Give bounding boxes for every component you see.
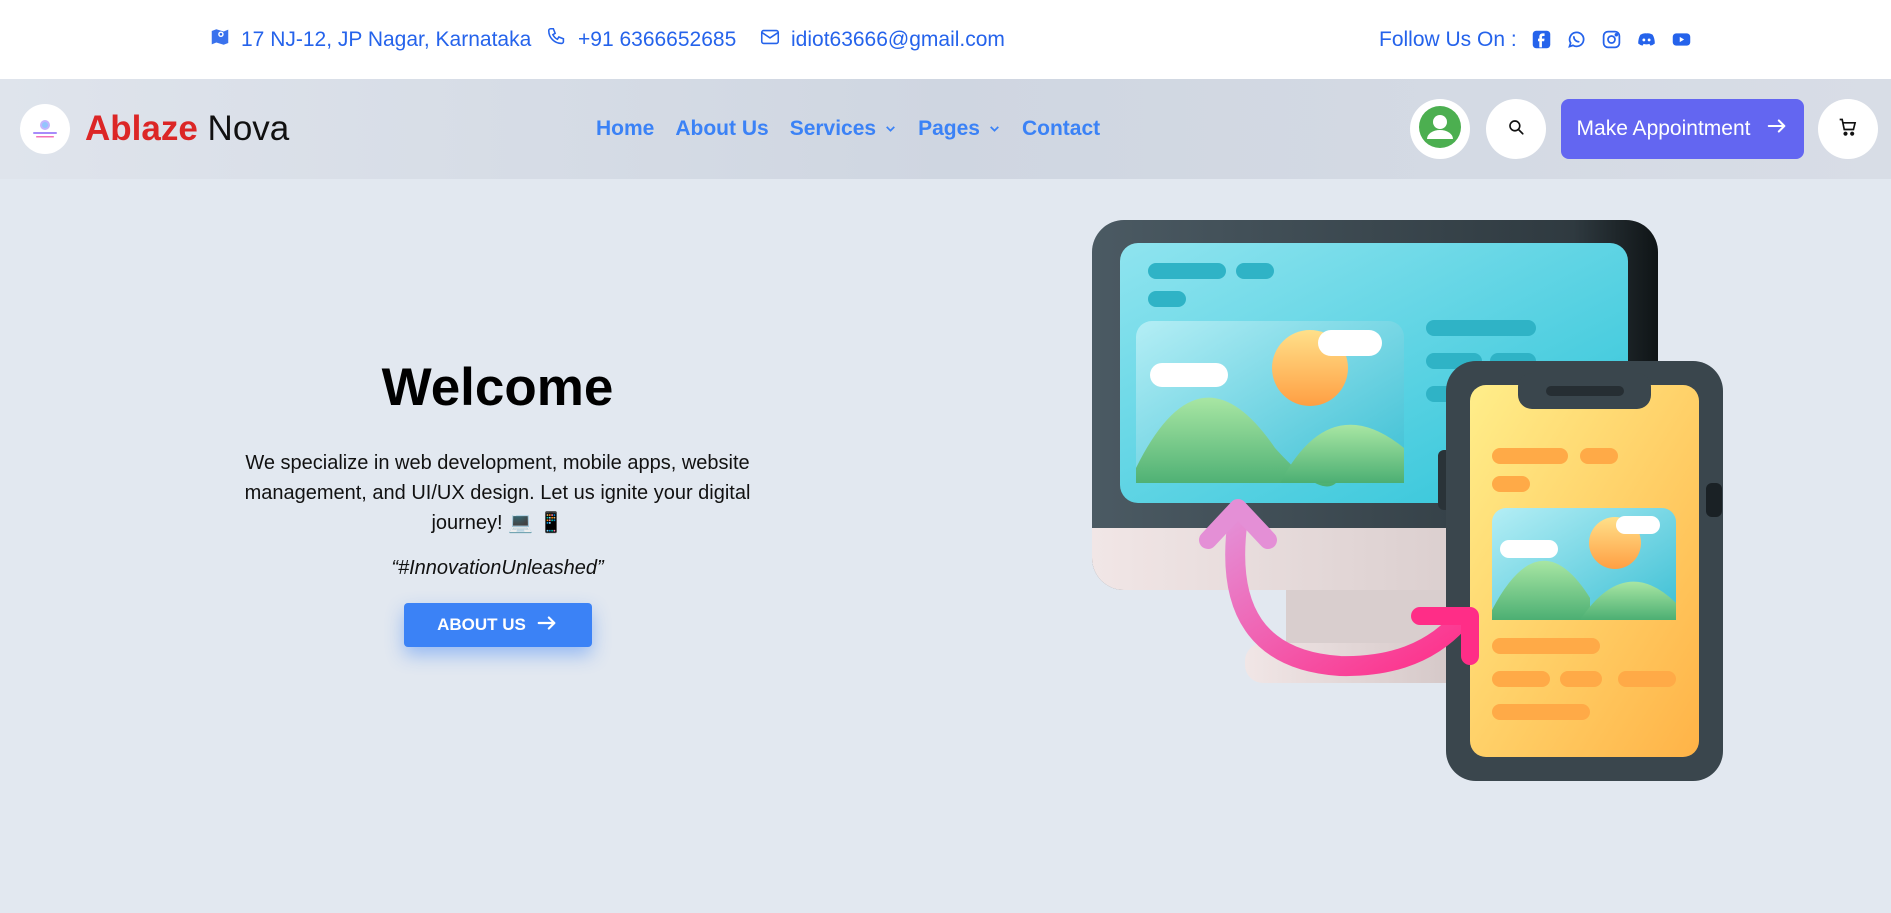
search-icon (1507, 118, 1525, 141)
address-contact: 17 NJ-12, JP Nagar, Karnataka (209, 0, 531, 79)
main-navbar: Ablaze Nova Home About Us Services Pages… (0, 79, 1891, 179)
brand-name[interactable]: Ablaze Nova (85, 106, 289, 152)
phone-contact[interactable]: +91 6366652685 (546, 0, 736, 79)
make-appointment-button[interactable]: Make Appointment (1561, 99, 1804, 159)
hero-tagline: “#InnovationUnleashed” (391, 557, 604, 579)
chevron-down-icon (884, 117, 897, 141)
discord-icon[interactable] (1636, 29, 1657, 50)
nav-home-label: Home (596, 117, 655, 140)
hero-title: Welcome (381, 358, 614, 417)
nav-contact[interactable]: Contact (1022, 117, 1100, 141)
follow-label: Follow Us On : (1379, 27, 1517, 51)
make-appointment-label: Make Appointment (1576, 117, 1751, 140)
nav-about-us[interactable]: About Us (675, 117, 768, 141)
about-us-button-label: ABOUT US (437, 615, 526, 634)
nav-services[interactable]: Services (790, 117, 897, 141)
nav-pages-label: Pages (918, 117, 980, 140)
nav-home[interactable]: Home (596, 117, 654, 141)
about-us-button[interactable]: ABOUT US (403, 603, 592, 647)
phone-text[interactable]: +91 6366652685 (578, 28, 736, 52)
facebook-icon[interactable] (1531, 29, 1552, 50)
address-text: 17 NJ-12, JP Nagar, Karnataka (241, 27, 532, 51)
youtube-icon[interactable] (1671, 29, 1692, 50)
email-text[interactable]: idiot63666@gmail.com (791, 28, 1005, 52)
mail-icon (759, 26, 791, 54)
email-contact[interactable]: idiot63666@gmail.com (759, 0, 1005, 79)
user-avatar-icon (1419, 105, 1461, 153)
devices-illustration (1090, 218, 1735, 783)
primary-nav: Home About Us Services Pages Contact (596, 79, 1100, 179)
brand-logo[interactable] (20, 104, 70, 154)
arrow-right-icon (536, 612, 558, 639)
whatsapp-icon[interactable] (1566, 29, 1587, 50)
hero-section: Welcome We specialize in web development… (200, 350, 795, 647)
nav-services-label: Services (789, 117, 877, 140)
search-button[interactable] (1486, 99, 1546, 159)
social-follow: Follow Us On : (1379, 0, 1692, 79)
cart-button[interactable] (1818, 99, 1878, 159)
hero-description: We specialize in web development, mobile… (244, 452, 751, 534)
top-contact-bar: 17 NJ-12, JP Nagar, Karnataka +91 636665… (0, 0, 1891, 79)
profile-button[interactable] (1410, 99, 1470, 159)
nav-pages[interactable]: Pages (918, 117, 1001, 141)
brand-name-second: Nova (207, 109, 290, 148)
nav-contact-label: Contact (1021, 117, 1101, 140)
arrow-right-icon (1766, 115, 1788, 143)
chevron-down-icon (988, 117, 1001, 141)
social-links (1531, 29, 1692, 50)
brand-name-first: Ablaze (85, 109, 198, 148)
map-icon (209, 26, 241, 54)
nav-about-us-label: About Us (675, 117, 769, 140)
instagram-icon[interactable] (1601, 29, 1622, 50)
phone-icon (546, 26, 578, 54)
cart-icon (1838, 117, 1858, 142)
